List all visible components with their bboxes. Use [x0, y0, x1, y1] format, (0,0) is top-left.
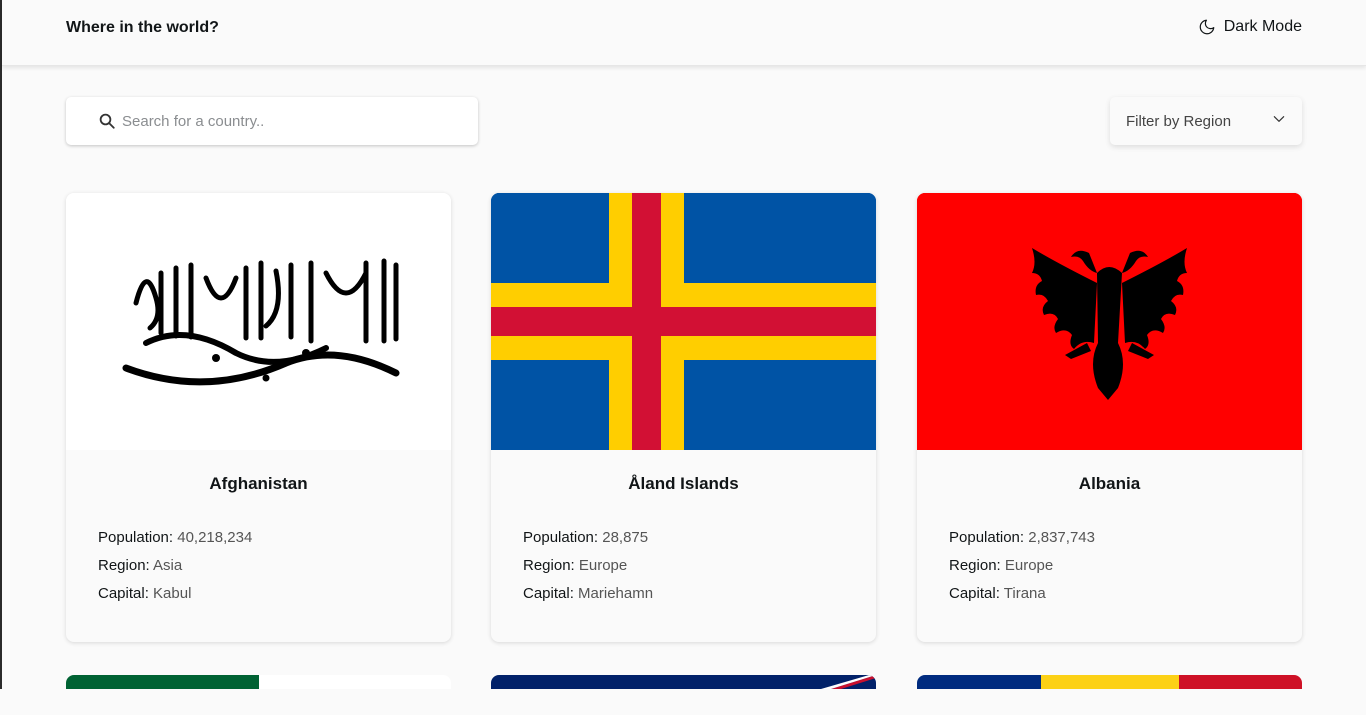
partial-flag: [917, 675, 1302, 689]
albania-flag: [917, 193, 1302, 450]
app-title: Where in the world?: [66, 19, 219, 36]
population-value: 40,218,234: [177, 529, 253, 546]
country-info: Population: 28,875 Region: Europe Capita…: [523, 524, 876, 608]
search-input[interactable]: [122, 112, 452, 130]
capital-label: Capital:: [98, 585, 149, 602]
moon-icon: [1198, 18, 1216, 36]
region-label: Region:: [523, 557, 575, 574]
capital-label: Capital:: [949, 585, 1000, 602]
region-value: Europe: [578, 557, 628, 574]
app-header: Where in the world? Dark Mode: [2, 0, 1366, 66]
capital-label: Capital:: [523, 585, 574, 602]
capital-value: Mariehamn: [578, 585, 654, 602]
chevron-down-icon: [1272, 112, 1286, 130]
country-card-albania[interactable]: Albania Population: 2,837,743 Region: Eu…: [917, 193, 1302, 642]
region-label: Region:: [949, 557, 1001, 574]
country-card-partial[interactable]: [491, 675, 876, 715]
country-card-partial[interactable]: [66, 675, 451, 715]
country-info: Population: 40,218,234 Region: Asia Capi…: [98, 524, 451, 608]
region-value: Asia: [153, 557, 183, 574]
aland-islands-flag: [491, 193, 876, 450]
capital-value: Kabul: [153, 585, 192, 602]
country-name: Afghanistan: [209, 474, 308, 493]
window-edge: [0, 0, 2, 689]
country-card-aland-islands[interactable]: Åland Islands Population: 28,875 Region:…: [491, 193, 876, 642]
search-icon: [98, 112, 116, 130]
dark-mode-label: Dark Mode: [1223, 18, 1302, 35]
population-label: Population:: [949, 529, 1025, 546]
region-filter-dropdown[interactable]: Filter by Region: [1110, 97, 1302, 145]
country-card-partial[interactable]: [917, 675, 1302, 715]
region-label: Region:: [98, 557, 150, 574]
country-name: Åland Islands: [628, 474, 739, 493]
partial-flag: [66, 675, 451, 689]
population-value: 2,837,743: [1028, 529, 1095, 546]
country-info: Population: 2,837,743 Region: Europe Cap…: [949, 524, 1302, 608]
population-value: 28,875: [602, 529, 649, 546]
population-label: Population:: [523, 529, 599, 546]
region-value: Europe: [1004, 557, 1054, 574]
dark-mode-toggle[interactable]: Dark Mode: [1198, 18, 1302, 36]
filter-label: Filter by Region: [1126, 112, 1232, 130]
country-card-afghanistan[interactable]: Afghanistan Population: 40,218,234 Regio…: [66, 193, 451, 642]
country-name: Albania: [1078, 474, 1141, 493]
afghanistan-flag: [66, 193, 451, 450]
partial-flag: [491, 675, 876, 689]
search-box: [66, 97, 478, 145]
capital-value: Tirana: [1003, 585, 1046, 602]
population-label: Population:: [98, 529, 174, 546]
